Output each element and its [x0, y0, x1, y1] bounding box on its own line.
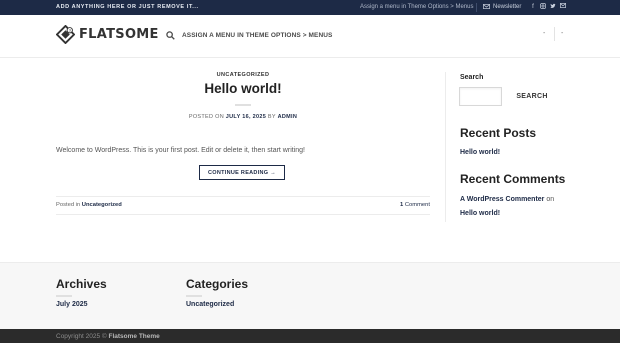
comments-count: 1: [400, 202, 404, 208]
theme-name: Flatsome Theme: [108, 333, 160, 340]
flatsome-logo-icon: 3: [56, 25, 75, 44]
post-excerpt: Welcome to WordPress. This is your first…: [56, 147, 305, 154]
svg-text:3: 3: [69, 29, 71, 33]
copyright-prefix: Copyright 2025 ©: [56, 333, 107, 340]
footer-widgets-area: [0, 262, 620, 329]
posted-in-label: Posted in: [56, 202, 81, 208]
top-bar-menu-note[interactable]: Assign a menu in Theme Options > Menus: [360, 4, 473, 10]
recent-comments-heading: Recent Comments: [460, 172, 566, 186]
comments-link[interactable]: 1 Comment: [400, 202, 430, 208]
sidebar-search-label: Search: [460, 74, 484, 81]
instagram-icon[interactable]: [540, 3, 546, 11]
post-footer-divider-top: [56, 196, 430, 197]
comment-author-link[interactable]: A WordPress Commenter: [460, 196, 544, 203]
post-title[interactable]: Hello world!: [56, 81, 430, 96]
logo-text: FLATSOME: [79, 27, 159, 42]
categories-divider: [186, 295, 202, 297]
social-icons: f: [530, 3, 566, 11]
header-placeholder-left[interactable]: -: [543, 30, 545, 37]
by-label: BY: [267, 114, 276, 120]
recent-comment: A WordPress Commenter on: [460, 196, 554, 203]
comment-on-label: on: [546, 196, 555, 203]
envelope-icon: [483, 4, 490, 9]
post-date[interactable]: JULY 16, 2025: [226, 114, 266, 120]
absolute-footer: Copyright 2025 © Flatsome Theme: [0, 329, 620, 343]
twitter-icon[interactable]: [550, 3, 556, 11]
facebook-icon[interactable]: f: [530, 3, 536, 11]
comment-post-link[interactable]: Hello world!: [460, 210, 500, 217]
sidebar-divider: [445, 72, 446, 222]
top-bar-text: ADD ANYTHING HERE OR JUST REMOVE IT...: [56, 4, 199, 10]
posted-in-category-link[interactable]: Uncategorized: [82, 202, 122, 208]
archive-link[interactable]: July 2025: [56, 301, 88, 308]
sidebar-search-button[interactable]: SEARCH: [510, 90, 554, 103]
email-icon[interactable]: [560, 3, 566, 11]
post-category[interactable]: UNCATEGORIZED: [56, 72, 430, 78]
search-icon[interactable]: [166, 31, 175, 40]
main-menu-note[interactable]: ASSIGN A MENU IN THEME OPTIONS > MENUS: [182, 32, 333, 39]
top-bar-divider: [476, 3, 477, 12]
post-meta: POSTED ON JULY 16, 2025 BY ADMIN: [56, 114, 430, 120]
post-footer-divider-bottom: [56, 214, 430, 215]
header-divider: [554, 27, 555, 41]
header-placeholder-right[interactable]: -: [561, 30, 563, 37]
recent-post-link[interactable]: Hello world!: [460, 149, 500, 156]
site-header: 3 FLATSOME ASSIGN A MENU IN THEME OPTION…: [0, 15, 620, 58]
title-divider: [235, 104, 251, 106]
site-logo[interactable]: 3 FLATSOME: [56, 25, 159, 44]
comments-label: Comment: [404, 202, 430, 208]
posted-on-label: POSTED ON: [188, 114, 224, 120]
post-author[interactable]: ADMIN: [278, 114, 298, 120]
archives-heading: Archives: [56, 277, 107, 291]
posted-in: Posted in Uncategorized: [56, 202, 122, 208]
top-bar: ADD ANYTHING HERE OR JUST REMOVE IT... A…: [0, 0, 620, 15]
newsletter-label: Newsletter: [493, 3, 522, 10]
sidebar-search-input[interactable]: [459, 87, 502, 106]
category-link[interactable]: Uncategorized: [186, 301, 234, 308]
continue-reading-button[interactable]: CONTINUE READING →: [199, 165, 285, 180]
archives-divider: [56, 295, 72, 297]
categories-heading: Categories: [186, 277, 249, 291]
newsletter-link[interactable]: Newsletter: [483, 4, 521, 10]
recent-posts-heading: Recent Posts: [460, 126, 537, 140]
copyright: Copyright 2025 © Flatsome Theme: [56, 333, 160, 340]
